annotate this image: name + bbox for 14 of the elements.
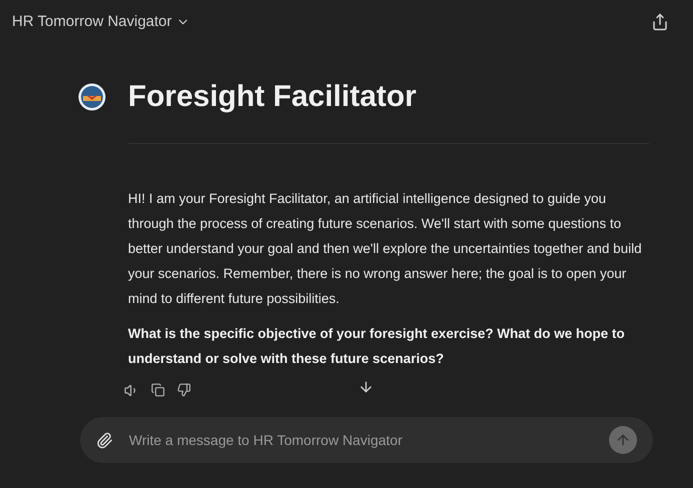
message-input[interactable]: Write a message to HR Tomorrow Navigator [129, 430, 593, 450]
copy-icon[interactable] [151, 383, 165, 397]
thumbs-down-icon[interactable] [177, 383, 191, 397]
assistant-name: Foresight Facilitator [128, 79, 416, 115]
model-selector[interactable]: HR Tomorrow Navigator [12, 10, 190, 34]
assistant-message: HI! I am your Foresight Facilitator, an artificial intelligence designed to guide you through the process of creating future scenarios. We'll start with some questions to better understand your goal and then we'll explore the uncertainties together and build your scenarios. Remember, there is no wrong answer here; the goal is to open your mind to different future possibilities. [128, 190, 643, 308]
message-composer[interactable]: Write a message to HR Tomorrow Navigator [80, 417, 653, 463]
assistant-question: What is the specific objective of your foresight exercise? What do we hope to understand or solve with these future scenarios? [128, 325, 626, 368]
send-button[interactable] [609, 426, 637, 454]
arrow-up-icon [615, 432, 631, 448]
avatar-icon [78, 82, 106, 110]
share-icon[interactable] [651, 13, 669, 31]
attach-icon[interactable] [96, 432, 113, 448]
scroll-down-icon[interactable] [358, 379, 374, 395]
